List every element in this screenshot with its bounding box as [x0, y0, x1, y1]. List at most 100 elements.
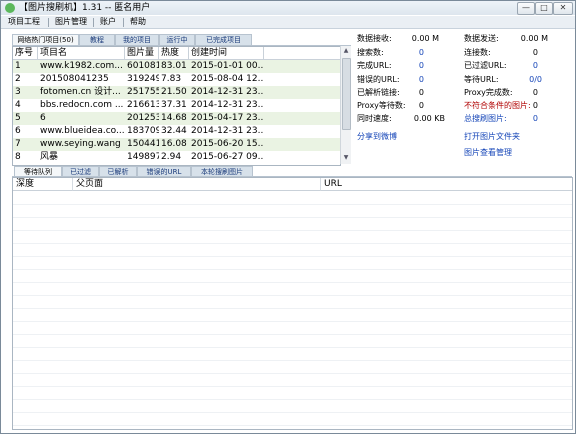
cell-created: 2015-06-20 15...	[191, 139, 264, 149]
cell-image-count: 251755	[127, 87, 159, 97]
row-gridline	[13, 373, 572, 374]
minimize-button[interactable]: —	[517, 2, 535, 15]
row-gridline	[13, 230, 572, 231]
menu-separator	[123, 18, 124, 27]
menu-help[interactable]: 帮助	[130, 16, 146, 28]
cell-heat: 37.31	[161, 100, 187, 110]
col-header-project-name[interactable]: 项目名	[38, 47, 125, 60]
tab-completed[interactable]: 已完成项目	[195, 34, 252, 45]
row-gridline	[13, 412, 572, 413]
stat-speed-value: 0.00 KB	[413, 114, 445, 123]
table-row[interactable]: 4 bbs.redocn.com ... 216613 37.31 2014-12-31…	[13, 99, 340, 112]
cell-created: 2015-01-01 00...	[191, 61, 264, 71]
table-row[interactable]: 5 6 201253 14.68 2015-04-17 23...	[13, 112, 340, 125]
col-header-url[interactable]: URL	[321, 178, 572, 191]
cell-index: 3	[15, 87, 21, 97]
col-header-depth[interactable]: 深度	[13, 178, 73, 191]
cell-created: 2015-08-04 12...	[191, 74, 264, 84]
stat-done-url-value: 0	[418, 61, 424, 70]
stat-proxy-done-value: 0	[532, 88, 538, 97]
stat-data-sent-value: 0.00 M	[520, 34, 548, 43]
row-gridline	[13, 308, 572, 309]
cell-image-count: 319249	[127, 74, 159, 84]
share-weibo-link[interactable]: 分享到微博	[357, 132, 397, 142]
row-gridline	[13, 386, 572, 387]
cell-index: 1	[15, 61, 21, 71]
grid-scrollbar[interactable]: ▲ ▼	[340, 46, 351, 164]
cell-project-name: 6	[40, 113, 46, 123]
row-gridline	[13, 334, 572, 335]
row-gridline	[13, 295, 572, 296]
col-header-heat[interactable]: 热度	[159, 47, 189, 60]
table-row[interactable]: 8 风暴 149897 2.94 2015-06-27 09...	[13, 151, 340, 164]
tab-my-projects[interactable]: 我的项目	[115, 34, 159, 45]
col-header-index[interactable]: 序号	[13, 47, 38, 60]
cell-project-name: www.seying.wang	[40, 139, 121, 149]
menu-image-manage[interactable]: 图片管理	[55, 16, 87, 28]
table-row[interactable]: 3 fotomen.cn 设计... 251755 21.50 2014-12-31 2…	[13, 86, 340, 99]
stat-proxy-wait-value: 0	[418, 101, 424, 110]
stat-filtered-url-label: 已过滤URL:	[464, 61, 507, 70]
open-image-folder-link[interactable]: 打开图片文件夹	[464, 132, 520, 142]
stat-parsed-links-label: 已解析链接:	[357, 88, 400, 97]
stat-waiting-url-label: 等待URL:	[464, 75, 499, 84]
row-gridline	[13, 243, 572, 244]
close-button[interactable]: ✕	[553, 2, 573, 15]
queue-list: 深度 父页面 URL	[12, 177, 573, 430]
col-header-filler	[264, 47, 340, 60]
app-icon	[5, 3, 15, 13]
stat-data-received-label: 数据接收:	[357, 34, 392, 43]
row-gridline	[13, 269, 572, 270]
table-row[interactable]: 2 201508041235 319249 7.83 2015-08-04 12...	[13, 73, 340, 86]
cell-index: 4	[15, 100, 21, 110]
row-gridline	[13, 282, 572, 283]
row-gridline	[13, 347, 572, 348]
stat-data-sent-label: 数据发送:	[464, 34, 499, 43]
table-row[interactable]: 1 www.k1982.com... 601081 83.01 2015-01-01 0…	[13, 60, 340, 73]
restore-button[interactable]: □	[535, 2, 553, 15]
stat-done-url-label: 完成URL:	[357, 61, 392, 70]
table-row[interactable]: 6 www.blueidea.co... 183709 32.44 2014-12-31…	[13, 125, 340, 138]
col-header-created[interactable]: 创建时间	[189, 47, 264, 60]
menu-account[interactable]: 账户	[100, 16, 116, 28]
stat-filtered-url-value: 0	[532, 61, 538, 70]
row-gridline	[13, 360, 572, 361]
cell-image-count: 150441	[127, 139, 159, 149]
tab-tutorial[interactable]: 教程	[79, 34, 115, 45]
row-gridline	[13, 217, 572, 218]
stat-connections-label: 连接数:	[464, 48, 491, 57]
title-bar: 【图片搜刷机】1.31 -- 匿名用户 — □ ✕	[1, 1, 575, 15]
menu-separator	[48, 18, 49, 27]
stat-connections-value: 0	[532, 48, 538, 57]
row-gridline	[13, 425, 572, 426]
cell-created: 2014-12-31 23...	[191, 87, 264, 97]
stat-total-images-value: 0	[532, 114, 538, 123]
cell-index: 8	[15, 152, 21, 162]
stat-speed-label: 同时速度:	[357, 114, 392, 123]
cell-created: 2015-04-17 23...	[191, 113, 264, 123]
menu-project[interactable]: 项目工程	[8, 16, 40, 28]
tab-hot-projects[interactable]: 网络热门项目(50)	[12, 34, 79, 45]
cell-project-name: 风暴	[40, 152, 59, 162]
col-header-parent-page[interactable]: 父页面	[73, 178, 321, 191]
cell-created: 2014-12-31 23...	[191, 100, 264, 110]
image-manager-link[interactable]: 图片查看管理	[464, 148, 512, 158]
cell-project-name: www.blueidea.co...	[40, 126, 125, 136]
menu-bar: 项目工程 图片管理 账户 帮助	[1, 16, 575, 29]
scroll-up-icon[interactable]: ▲	[342, 47, 350, 55]
col-header-image-count[interactable]: 图片量	[125, 47, 159, 60]
tab-running[interactable]: 运行中	[159, 34, 195, 45]
cell-index: 2	[15, 74, 21, 84]
table-row[interactable]: 7 www.seying.wang 150441 16.08 2015-06-20 15…	[13, 138, 340, 151]
stat-parsed-links-value: 0	[418, 88, 424, 97]
app-window: 【图片搜刷机】1.31 -- 匿名用户 — □ ✕ 项目工程 图片管理 账户 帮…	[0, 0, 576, 434]
cell-created: 2015-06-27 09...	[191, 152, 264, 162]
stat-error-url-label: 错误的URL:	[357, 75, 400, 84]
project-grid: 序号 项目名 图片量 热度 创建时间 1 www.k1982.com... 6010…	[12, 46, 341, 166]
cell-image-count: 601081	[127, 61, 159, 71]
scroll-thumb[interactable]	[342, 58, 351, 130]
row-gridline	[13, 321, 572, 322]
cell-heat: 21.50	[161, 87, 187, 97]
row-gridline	[13, 204, 572, 205]
scroll-down-icon[interactable]: ▼	[342, 154, 350, 162]
